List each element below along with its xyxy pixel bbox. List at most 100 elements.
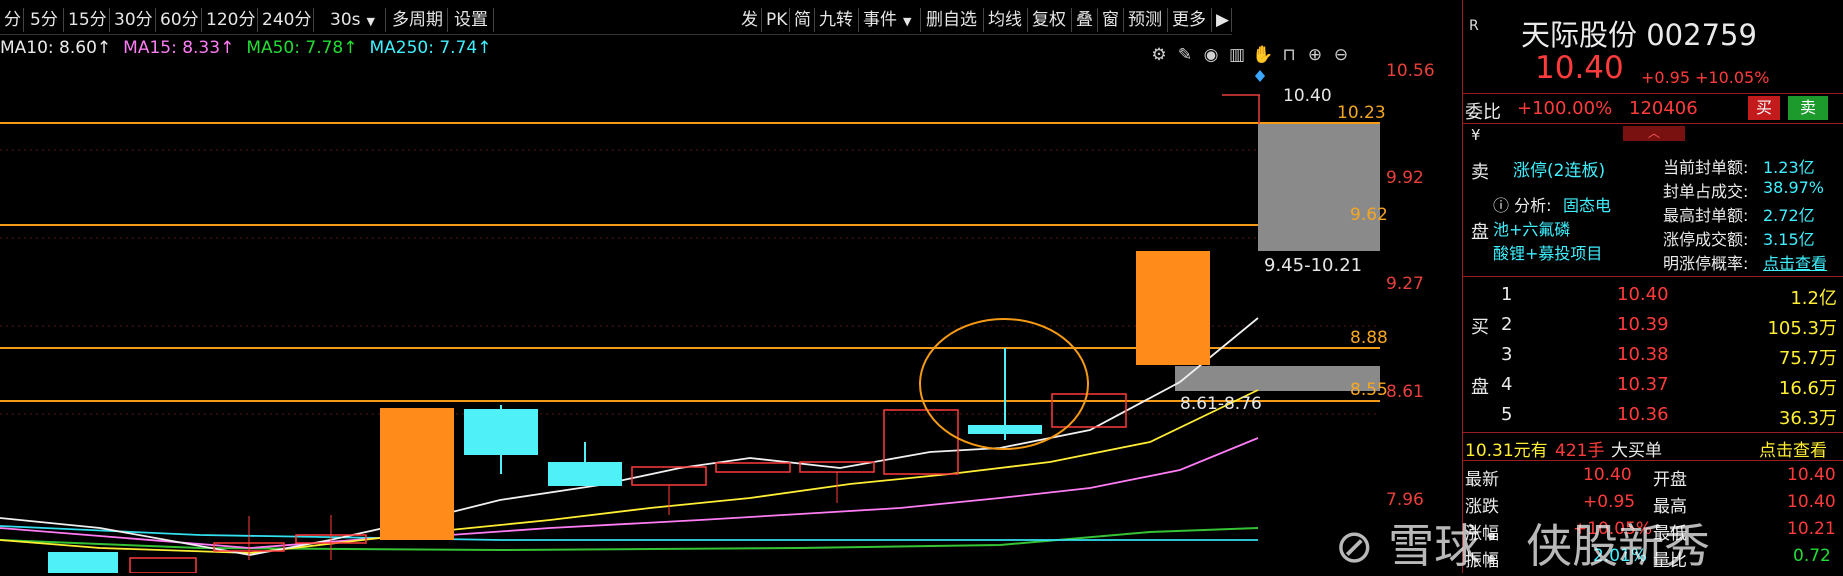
quote-panel: R 天际股份 002759 10.40 +0.95 +10.05% 委比 +10… — [1462, 0, 1843, 573]
more-button[interactable]: 更多 — [1168, 8, 1212, 32]
sell-side-label-1: 卖 — [1471, 162, 1489, 183]
order-level: 1 — [1501, 284, 1513, 305]
order-level: 2 — [1501, 314, 1513, 335]
level-8-55-label: 8.55 — [1350, 380, 1388, 400]
collapse-chevron-icon[interactable]: ︿ — [1623, 126, 1685, 141]
quote-value: 10.40 — [1787, 492, 1836, 512]
pk-button[interactable]: PK — [762, 8, 790, 32]
buy-order-row: 2 10.39 105.3万 — [1471, 314, 1841, 344]
ma15-line — [0, 437, 1259, 549]
window-button[interactable]: 窗 — [1098, 8, 1124, 32]
quote-label: 开盘 — [1653, 470, 1687, 490]
ma-legend: MA10: 8.60↑ MA15: 8.33↑ MA50: 7.78↑ MA250: … — [0, 38, 503, 62]
weibi-value: +100.00% — [1517, 98, 1613, 119]
publish-button[interactable]: 发 — [737, 8, 762, 32]
yen-icon: ¥ — [1471, 126, 1481, 144]
period-30min-button[interactable]: 30分 — [110, 8, 156, 32]
quote-value: 10.21 — [1787, 519, 1836, 539]
period-5min-button[interactable]: 5分 — [26, 8, 64, 32]
overlay-button[interactable]: 叠 — [1072, 8, 1098, 32]
order-volume: 1.2亿 — [1790, 288, 1837, 309]
watermark-text: 雪球：侠股新秀 — [1388, 519, 1711, 573]
range-9-45-10-21-label: 9.45-10.21 — [1264, 255, 1363, 276]
level-10-23-label: 10.23 — [1337, 103, 1386, 123]
period-30s-dropdown[interactable]: 30s — [326, 8, 386, 32]
quote-value: +0.95 — [1583, 492, 1636, 512]
seal-stat-label: 当前封单额: — [1663, 158, 1749, 177]
level-9-62-label: 9.62 — [1350, 205, 1388, 225]
axis-label: 9.92 — [1386, 168, 1424, 188]
buy-button[interactable]: 买 — [1748, 96, 1780, 120]
order-level: 5 — [1501, 404, 1513, 425]
order-volume: 36.3万 — [1778, 408, 1837, 429]
order-price: 10.36 — [1617, 404, 1669, 425]
period-240min-button[interactable]: 240分 — [258, 8, 314, 32]
order-volume: 105.3万 — [1767, 318, 1837, 339]
seal-stat-value: 1.23亿 — [1763, 158, 1815, 177]
big-order-label: 大买单 — [1611, 441, 1662, 461]
big-order-price: 10.31元有 — [1465, 441, 1548, 461]
order-price: 10.38 — [1617, 344, 1669, 365]
limit-probability-link[interactable]: 点击查看 — [1763, 250, 1827, 274]
buy-order-row: 5 10.36 36.3万 — [1471, 404, 1841, 434]
analysis-line-2[interactable]: 池+六氟磷 — [1493, 216, 1570, 240]
order-level: 4 — [1501, 374, 1513, 395]
events-label: 事件 — [863, 10, 897, 30]
kline-chart[interactable] — [0, 62, 1380, 573]
weibi-volume: 120406 — [1629, 98, 1698, 119]
xueqiu-watermark: ⊘ 雪球：侠股新秀 — [1335, 510, 1710, 576]
quote-value: 10.40 — [1787, 465, 1836, 485]
ma250-label: MA250: 7.74↑ — [369, 38, 492, 58]
period-1min-button[interactable]: 分 — [0, 8, 24, 32]
ma250-line — [0, 525, 1258, 541]
big-order-link[interactable]: 点击查看 — [1759, 436, 1827, 461]
sell-button[interactable]: 卖 — [1788, 96, 1828, 120]
seal-stat-label: 封单占成交: — [1663, 182, 1749, 201]
price-change-pct: +10.05% — [1695, 68, 1770, 87]
diamond-marker-icon — [1255, 70, 1265, 82]
settings-button[interactable]: 设置 — [450, 8, 494, 32]
quote-label: 最新 — [1465, 470, 1499, 490]
ma10-label: MA10: 8.60↑ — [0, 38, 112, 58]
analysis-prefix: ⓘ 分析: — [1493, 196, 1552, 215]
price-change: +0.95 — [1641, 68, 1691, 87]
adjust-button[interactable]: 复权 — [1028, 8, 1072, 32]
range-8-61-8-76-label: 8.61-8.76 — [1180, 394, 1262, 414]
period-15min-button[interactable]: 15分 — [64, 8, 110, 32]
ma5-line — [0, 317, 1259, 556]
simple-button[interactable]: 简 — [790, 8, 815, 32]
axis-label: 10.56 — [1386, 61, 1435, 81]
analysis-line-1[interactable]: 固态电 — [1563, 192, 1611, 216]
seal-stat-label: 明涨停概率: — [1663, 254, 1749, 273]
sell-side-label-2: 盘 — [1471, 222, 1489, 243]
order-volume: 16.6万 — [1778, 378, 1837, 399]
analysis-line-3[interactable]: 酸锂+募投项目 — [1493, 240, 1602, 264]
expand-icon[interactable]: ▶ — [1212, 8, 1232, 32]
stock-title: 天际股份 002759 — [1521, 18, 1757, 52]
order-price: 10.39 — [1617, 314, 1669, 335]
events-dropdown[interactable]: 事件 — [859, 8, 921, 32]
axis-label: 9.27 — [1386, 274, 1424, 294]
candles — [48, 251, 1210, 573]
order-level: 3 — [1501, 344, 1513, 365]
last-price: 10.40 — [1535, 50, 1624, 86]
seal-stat-value: 2.72亿 — [1763, 206, 1815, 225]
seal-stat-label: 涨停成交额: — [1663, 230, 1749, 249]
order-price: 10.37 — [1617, 374, 1669, 395]
buy-order-row: 4 10.37 16.6万 — [1471, 374, 1841, 404]
nine-turn-button[interactable]: 九转 — [815, 8, 859, 32]
period-toolbar: 分 5分 15分 30分 60分 120分 240分 30s 多周期 设置 发 … — [0, 0, 1232, 35]
ma-button[interactable]: 均线 — [984, 8, 1028, 32]
forecast-button[interactable]: 预测 — [1124, 8, 1168, 32]
seal-stat-value: 3.15亿 — [1763, 230, 1815, 249]
period-120min-button[interactable]: 120分 — [202, 8, 258, 32]
order-volume: 75.7万 — [1778, 348, 1837, 369]
seal-stat-label: 最高封单额: — [1663, 206, 1749, 225]
ma50-line — [0, 527, 1259, 552]
quote-value: 0.72 — [1793, 546, 1831, 566]
limit-status: 涨停(2连板) — [1513, 161, 1606, 181]
period-60min-button[interactable]: 60分 — [156, 8, 202, 32]
multi-period-button[interactable]: 多周期 — [388, 8, 448, 32]
weibi-label: 委比 — [1465, 102, 1501, 123]
remove-watchlist-button[interactable]: 删自选 — [922, 8, 984, 32]
